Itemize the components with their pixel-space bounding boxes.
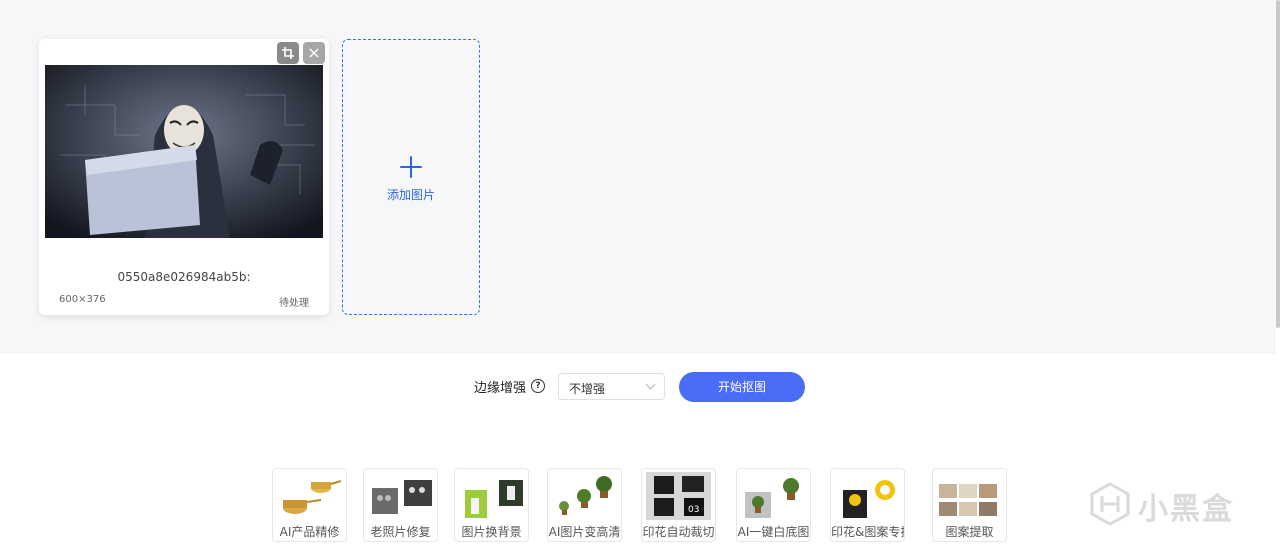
upload-area: 0550a8e026984ab5b: 600×376 待处理 添加图片 (0, 0, 1276, 354)
tool-white-background[interactable]: AI一键白底图 (736, 468, 811, 542)
svg-text:03: 03 (688, 505, 699, 515)
edge-enhance-value: 不增强 (569, 382, 606, 396)
scrollbar[interactable] (1276, 0, 1280, 328)
tool-pattern-cutout[interactable]: 印花&图案专抠 (830, 468, 905, 542)
tool-print-auto-crop[interactable]: 03 印花自动裁切 (641, 468, 716, 542)
edge-enhance-label: 边缘增强 (474, 381, 527, 396)
tool-label: AI一键白底图 (737, 525, 810, 539)
tool-label: AI产品精修 (279, 525, 340, 539)
watermark-text: 小黑盒 (1138, 492, 1234, 527)
tool-ai-upscale[interactable]: AI图片变高清 (547, 468, 622, 542)
add-image-label: 添加图片 (386, 188, 435, 202)
heybox-logo-icon (1090, 482, 1130, 526)
tool-label: AI图片变高清 (548, 525, 621, 539)
hacker-image (45, 65, 323, 238)
close-icon (309, 48, 319, 58)
tool-change-background[interactable]: 图片换背景 (454, 468, 529, 542)
remove-image-button[interactable] (303, 42, 325, 64)
pattern-extract-icon (939, 484, 997, 516)
help-icon[interactable]: ? (531, 379, 545, 393)
image-status: 待处理 (279, 298, 309, 309)
tool-label: 图片换背景 (461, 525, 522, 539)
tool-pattern-extract[interactable]: 图案提取 (932, 468, 1007, 542)
crop-button[interactable] (277, 42, 299, 64)
tool-old-photo-repair[interactable]: 老照片修复 (363, 468, 438, 542)
image-thumbnail (45, 65, 323, 238)
plus-icon (400, 156, 422, 178)
print-crop-icon: 03 (646, 472, 711, 520)
edge-enhance-select[interactable]: 不增强 (558, 373, 665, 400)
chevron-down-icon (645, 379, 656, 390)
image-filename: 0550a8e026984ab5b: (117, 270, 251, 284)
image-dimensions: 600×376 (59, 294, 106, 305)
pattern-cutout-icon (843, 480, 895, 518)
crop-icon (282, 47, 294, 59)
tool-label: 印花&图案专抠 (831, 525, 905, 539)
white-background-icon (745, 478, 799, 518)
background-swap-icon (465, 480, 523, 518)
watermark: 小黑盒 (1088, 482, 1248, 528)
image-card: 0550a8e026984ab5b: 600×376 待处理 (39, 39, 329, 315)
old-photo-icon (372, 480, 432, 514)
tool-ai-product-retouch[interactable]: AI产品精修 (272, 468, 347, 542)
tool-label: 老照片修复 (370, 525, 431, 539)
start-cutout-button[interactable]: 开始抠图 (679, 372, 805, 402)
tool-label: 印花自动裁切 (642, 525, 715, 539)
plant-upscale-icon (559, 476, 612, 515)
saucepan-icon (283, 480, 342, 514)
tool-label: 图案提取 (945, 525, 994, 539)
add-image-button[interactable]: 添加图片 (342, 39, 480, 315)
